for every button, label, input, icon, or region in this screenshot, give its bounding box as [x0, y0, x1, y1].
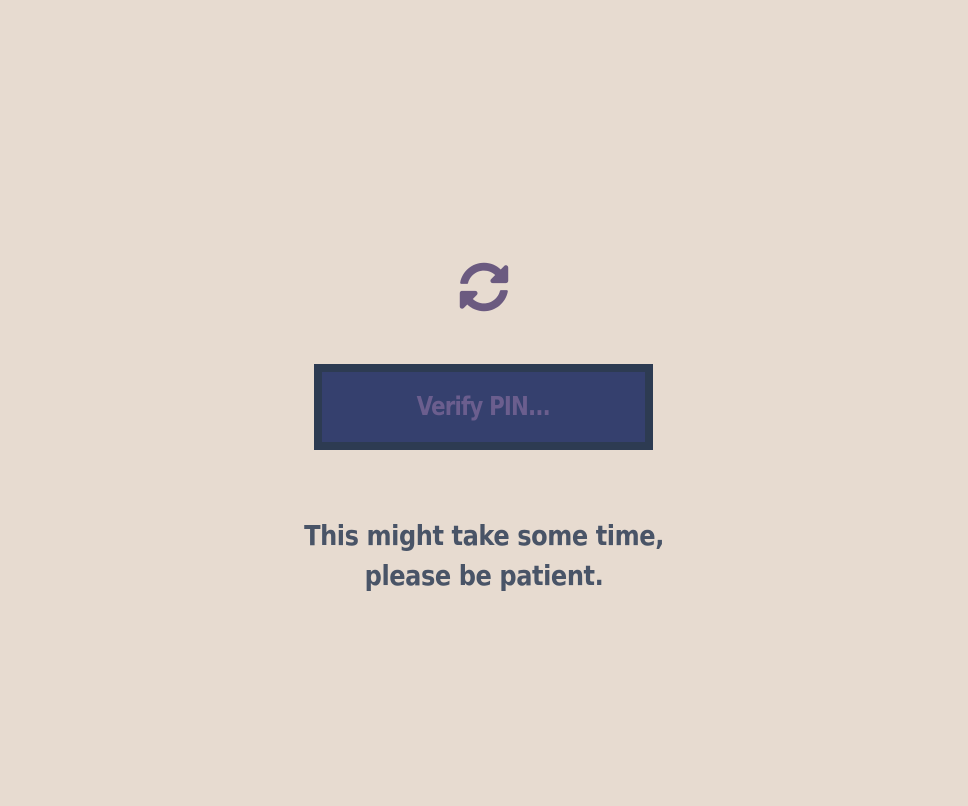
verify-pin-button-face: Verify PIN...	[322, 372, 645, 442]
sync-icon	[459, 262, 509, 312]
patience-message-line-2: please be patient.	[364, 559, 604, 592]
verify-pin-button[interactable]: Verify PIN...	[314, 364, 653, 450]
verify-pin-loading-screen: Verify PIN... This might take some time,…	[0, 0, 968, 806]
patience-message-line-1: This might take some time,	[304, 519, 664, 552]
patience-message: This might take some time, please be pat…	[234, 516, 734, 596]
verify-pin-button-label: Verify PIN...	[416, 392, 551, 422]
